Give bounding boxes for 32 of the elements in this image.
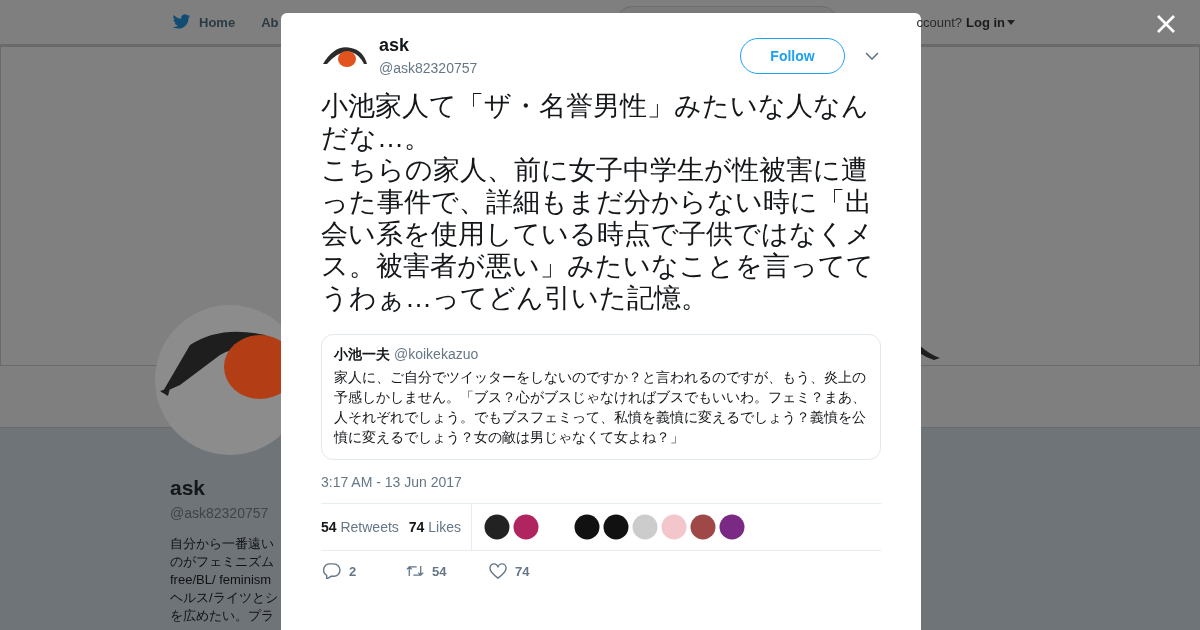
chevron-down-icon[interactable] — [865, 51, 879, 60]
action-count: 2 — [349, 563, 357, 579]
retweet-icon[interactable] — [406, 563, 424, 579]
user-avatar[interactable] — [484, 514, 510, 540]
bird-icon — [172, 14, 191, 30]
user-avatar[interactable] — [513, 514, 539, 540]
tweet-timestamp: 3:17 AM - 13 Jun 2017 — [321, 474, 463, 490]
quoted-author-handle: @koikekazuo — [394, 346, 479, 362]
stat-link[interactable]: 74 Likes — [408, 519, 461, 535]
user-avatar[interactable] — [690, 514, 716, 540]
nav-link[interactable]: Ab — [261, 14, 279, 30]
author-handle: @ask82320757 — [379, 60, 479, 76]
close-icon — [1156, 14, 1176, 34]
author-name: ask — [379, 35, 411, 56]
login-button[interactable]: Log in — [966, 14, 1015, 30]
action-count: 54 — [432, 563, 447, 579]
user-avatar[interactable] — [574, 514, 600, 540]
tweet-text: 小池家人て「ザ・名誉男性」みたいな人なんだな…。 — [321, 90, 870, 154]
nav-link[interactable]: Home — [199, 14, 236, 30]
user-avatar[interactable] — [719, 514, 745, 540]
reply-icon[interactable] — [323, 563, 341, 579]
user-avatar[interactable] — [603, 514, 629, 540]
action-count: 74 — [515, 563, 530, 579]
profile-name: ask — [170, 476, 207, 500]
stat-link[interactable]: 54 Retweets — [321, 519, 399, 535]
quoted-text: 家人に、ご自分でツイッターをしないのですか？と言われるのですが、もう、炎上の予感しかしません。「ブス？心がブスじゃなければブスでもいいわ。フェミ？まあ、人それぞれでしょう。でもブスフェミって、私憤を義憤に変えるでしょう？義憤を公憤に変えるでしょう？女の敵は男じゃなくて女よね？」 — [334, 368, 867, 447]
quoted-tweet[interactable]: 小池一夫 @koikekazuo 家人に、ご自分でツイッターをしないのですか？と言われるのですが、もう、炎上の予感しかしません。「ブス？心がブスじゃなければブスでもいいわ。フェミ？まあ、人それぞれでしょう。でもブスフェミって、私憤を義憤に変えるでしょう？義憤を公憤に変えるでしょう？女の敵は男じゃなくて女よね？」 — [321, 334, 881, 460]
quoted-author-name: 小池一夫 — [334, 346, 390, 364]
heart-icon[interactable] — [489, 563, 507, 579]
follow-button[interactable]: Follow — [740, 37, 845, 74]
caret-icon — [1007, 19, 1015, 25]
tweet-text: こちらの家人、前に女子中学生が性被害に遭った事件で、詳細もまだ分からない時に「出会い系を使用している時点で子供ではなくメス。被害者が悪い」みたいなことを言っててうわぁ…ってどん引いた記憶。 — [321, 154, 875, 314]
